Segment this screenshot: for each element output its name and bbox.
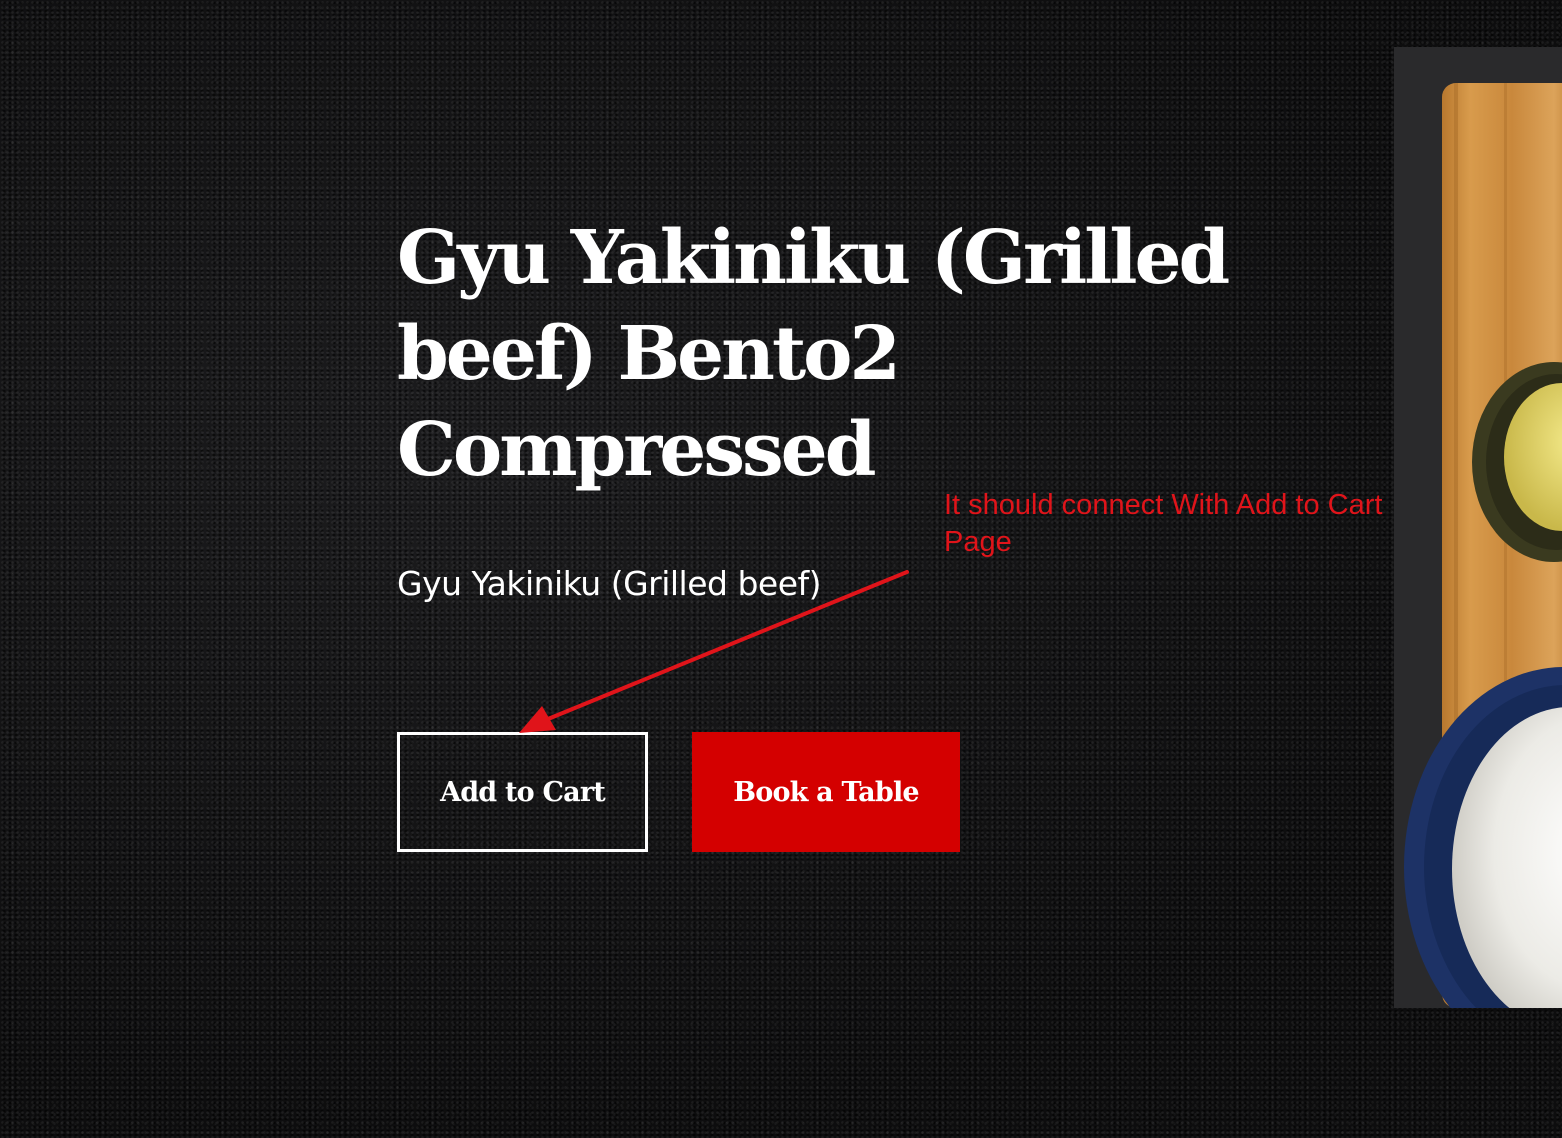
annotation-note: It should connect With Add to Cart Page	[944, 489, 1383, 558]
bento-food-photo-icon	[1394, 47, 1562, 1008]
food-photo	[1394, 47, 1562, 1008]
product-title: Gyu Yakiniku (Grilled beef) Bento2 Compr…	[397, 215, 1230, 493]
product-subtitle: Gyu Yakiniku (Grilled beef)	[397, 564, 822, 603]
hero-content: Gyu Yakiniku (Grilled beef) Bento2 Compr…	[397, 210, 1297, 498]
add-to-cart-button[interactable]: Add to Cart	[397, 732, 648, 852]
book-a-table-button[interactable]: Book a Table	[692, 732, 960, 852]
